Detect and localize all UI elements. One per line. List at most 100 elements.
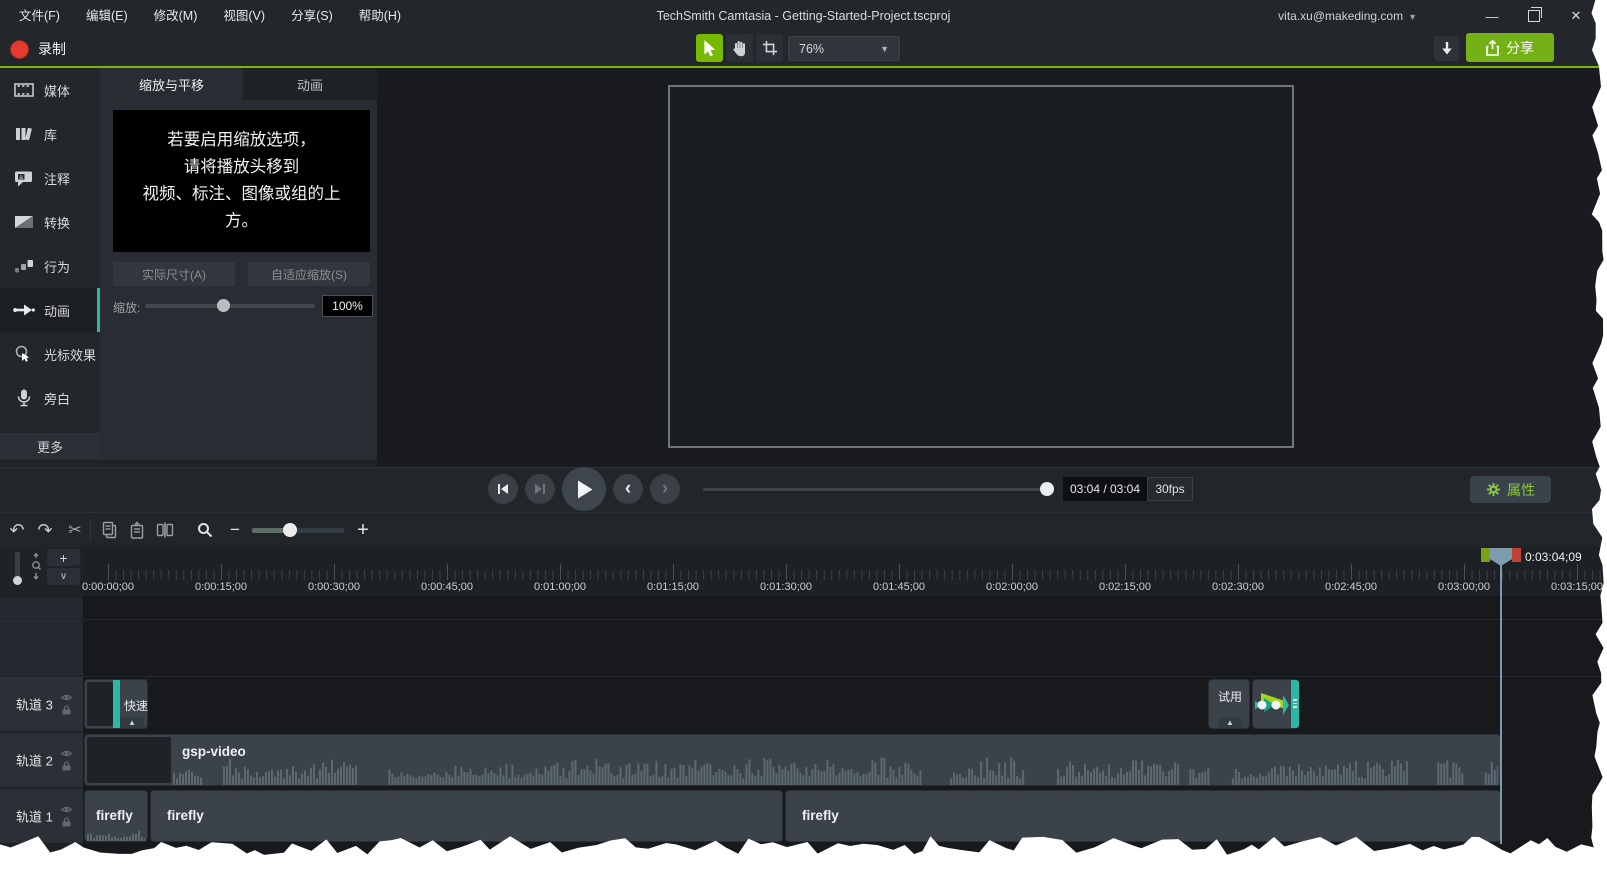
menu-share[interactable]: 分享(S) — [278, 0, 346, 32]
collapse-tracks-button[interactable]: ∨ — [47, 568, 80, 585]
ruler-label: 0:01:30;00 — [760, 581, 812, 593]
sidebar-item-library[interactable]: 库 — [0, 112, 100, 156]
cursor-tool-button[interactable] — [696, 34, 723, 62]
playhead-time: 0:03:04;09 — [1525, 550, 1582, 564]
clip-firefly-1[interactable]: firefly — [84, 790, 148, 842]
clip-gsp-video[interactable]: gsp-video — [84, 734, 1501, 786]
clip-shiyong[interactable]: 试用 ▲ — [1208, 679, 1250, 729]
actual-size-button[interactable]: 实际尺寸(A) — [113, 262, 235, 286]
record-label: 录制 — [38, 39, 66, 59]
chevron-down-icon: ∨ — [60, 571, 67, 582]
lock-icon[interactable] — [61, 761, 72, 771]
lock-icon[interactable] — [61, 817, 72, 827]
menu-edit[interactable]: 编辑(E) — [73, 0, 141, 32]
timeline-zoom-out-button[interactable]: − — [222, 517, 248, 543]
timeline-zoom-slider[interactable] — [252, 528, 344, 533]
clip-kuaisu[interactable]: 快速 ▲ — [84, 679, 148, 729]
add-track-button[interactable]: + — [47, 549, 80, 566]
record-dot-icon — [10, 40, 29, 59]
chevron-down-icon: ▼ — [1408, 12, 1417, 22]
sidebar-item-animations[interactable]: 动画 — [0, 288, 100, 332]
playhead-out-handle[interactable] — [1512, 548, 1521, 562]
microphone-icon — [13, 389, 35, 407]
track-header-1: 轨道 1 — [0, 789, 83, 843]
eye-icon[interactable] — [60, 749, 73, 758]
share-button[interactable]: 分享 — [1466, 33, 1554, 62]
sidebar-item-behaviors[interactable]: 行为 — [0, 244, 100, 288]
clip-animation-marker[interactable]: ▲ — [1218, 717, 1242, 728]
ruler-label: 0:01:45;00 — [873, 581, 925, 593]
sidebar-item-label: 注释 — [44, 169, 70, 188]
sidebar-item-cursor-effects[interactable]: 光标效果 — [0, 332, 100, 376]
close-button[interactable]: ✕ — [1561, 0, 1591, 32]
paste-icon — [129, 521, 145, 539]
minimize-button[interactable]: — — [1477, 0, 1507, 32]
clip-animation-marker[interactable]: ▲ — [120, 717, 144, 728]
timeline-ruler[interactable]: 0:00:00;000:00:15;000:00:30;000:00:45;00… — [83, 547, 1607, 597]
clip-label: 快速 — [124, 697, 148, 714]
timeline-zoom-in-button[interactable]: + — [350, 517, 376, 543]
tab-zoom-pan[interactable]: 缩放与平移 — [100, 68, 243, 100]
next-frame-button[interactable] — [525, 474, 555, 504]
scale-slider-knob[interactable] — [217, 299, 230, 312]
track-name: 轨道 1 — [16, 807, 53, 826]
scale-slider[interactable] — [145, 304, 315, 308]
hand-icon — [732, 40, 748, 57]
download-button[interactable] — [1434, 36, 1459, 61]
crop-tool-button[interactable] — [756, 34, 783, 62]
restore-button[interactable] — [1519, 0, 1549, 32]
properties-button[interactable]: 属性 — [1470, 476, 1551, 503]
canvas-stage[interactable] — [668, 85, 1294, 448]
clip-animation[interactable] — [1252, 679, 1298, 729]
lock-icon[interactable] — [61, 705, 72, 715]
record-button[interactable]: 录制 — [10, 32, 66, 66]
eye-icon[interactable] — [60, 693, 73, 702]
toolbar-separator — [90, 519, 91, 541]
jump-back-button[interactable]: ‹ — [613, 474, 643, 504]
fit-scale-button[interactable]: 自适应缩放(S) — [248, 262, 370, 286]
jump-forward-button[interactable]: › — [650, 474, 680, 504]
copy-button[interactable] — [96, 517, 122, 543]
timeline-zoom-knob[interactable] — [283, 523, 297, 537]
fps-display[interactable]: 30fps — [1147, 477, 1193, 501]
playhead-in-handle[interactable] — [1481, 548, 1490, 562]
sidebar-item-transitions[interactable]: 转换 — [0, 200, 100, 244]
sidebar-item-label: 旁白 — [44, 389, 70, 408]
canvas-zoom-dropdown[interactable]: 76% ▼ — [788, 36, 900, 61]
account-menu[interactable]: vita.xu@makeding.com▼ — [1278, 0, 1417, 33]
eye-icon[interactable] — [60, 805, 73, 814]
redo-button[interactable]: ↷ — [32, 517, 58, 543]
previous-frame-button[interactable] — [488, 474, 518, 504]
fit-tracks-icon[interactable] — [28, 553, 44, 586]
properties-label: 属性 — [1507, 480, 1535, 500]
scrubber-track[interactable] — [703, 488, 1051, 491]
camtasia-window: 文件(F) 编辑(E) 修改(M) 视图(V) 分享(S) 帮助(H) Tech… — [0, 0, 1607, 869]
share-label: 分享 — [1506, 38, 1534, 58]
menu-help[interactable]: 帮助(H) — [346, 0, 414, 32]
gear-icon — [1486, 482, 1501, 497]
sidebar-item-media[interactable]: 媒体 — [0, 68, 100, 112]
cut-button[interactable]: ✂ — [62, 517, 88, 543]
paste-button[interactable] — [124, 517, 150, 543]
track-height-knob[interactable] — [13, 576, 22, 585]
sidebar-item-annotations[interactable]: a 注释 — [0, 156, 100, 200]
menu-view[interactable]: 视图(V) — [210, 0, 278, 32]
clip-firefly-2[interactable]: firefly — [150, 790, 783, 842]
clip-thumbnail — [87, 682, 113, 726]
annotation-icon: a — [13, 169, 35, 187]
tab-animations[interactable]: 动画 — [243, 68, 377, 100]
menu-file[interactable]: 文件(F) — [6, 0, 73, 32]
hand-tool-button[interactable] — [726, 34, 753, 62]
sidebar-item-voice[interactable]: 旁白 — [0, 376, 100, 420]
undo-button[interactable]: ↶ — [4, 517, 30, 543]
ruler-label: 0:00:00;00 — [82, 581, 134, 593]
time-value: 03:04 / 03:04 — [1070, 482, 1140, 496]
split-button[interactable] — [152, 517, 178, 543]
play-button[interactable] — [562, 467, 606, 511]
menu-modify[interactable]: 修改(M) — [141, 0, 211, 32]
scale-value-box[interactable]: 100% — [322, 295, 373, 317]
scissors-icon: ✂ — [68, 520, 81, 540]
clip-firefly-3[interactable]: firefly — [785, 790, 1501, 842]
sidebar-more-button[interactable]: 更多 — [0, 433, 100, 459]
scrubber-knob[interactable] — [1040, 482, 1054, 496]
